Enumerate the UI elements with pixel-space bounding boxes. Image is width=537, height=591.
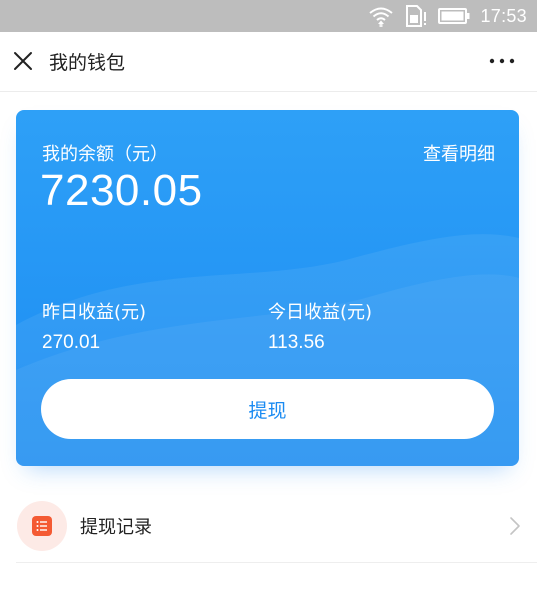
status-icons: 17:53 [368,0,527,32]
today-earnings-label: 今日收益(元) [268,302,373,323]
list-item-withdraw-records[interactable]: 提现记录 [0,494,537,560]
wifi-icon [369,7,394,27]
withdraw-record-icon [32,516,52,536]
withdraw-button[interactable]: 提现 [41,379,494,439]
chevron-right-icon [510,517,520,535]
yesterday-earnings-label: 昨日收益(元) [42,302,147,323]
page-title: 我的钱包 [49,52,126,74]
sim-alert-icon [406,5,427,27]
list-item-label: 提现记录 [80,517,152,538]
list-divider [16,562,537,563]
withdraw-record-icon-bg [17,501,67,551]
view-details-link[interactable]: 查看明细 [423,140,495,166]
nav-bar: 我的钱包 [0,32,537,92]
balance-label: 我的余额（元） [42,144,168,165]
more-dots-icon[interactable] [489,50,515,72]
list-lines-icon [36,521,47,531]
status-time: 17:53 [480,5,527,26]
close-icon[interactable] [12,50,34,72]
battery-icon [438,8,470,24]
today-earnings-value: 113.56 [268,332,325,353]
status-bar: 17:53 [0,0,537,32]
yesterday-earnings-value: 270.01 [42,332,101,353]
balance-amount: 7230.05 [40,166,203,215]
wallet-card: 我的余额（元） 查看明细 7230.05 昨日收益(元) 270.01 今日收益… [16,110,519,466]
